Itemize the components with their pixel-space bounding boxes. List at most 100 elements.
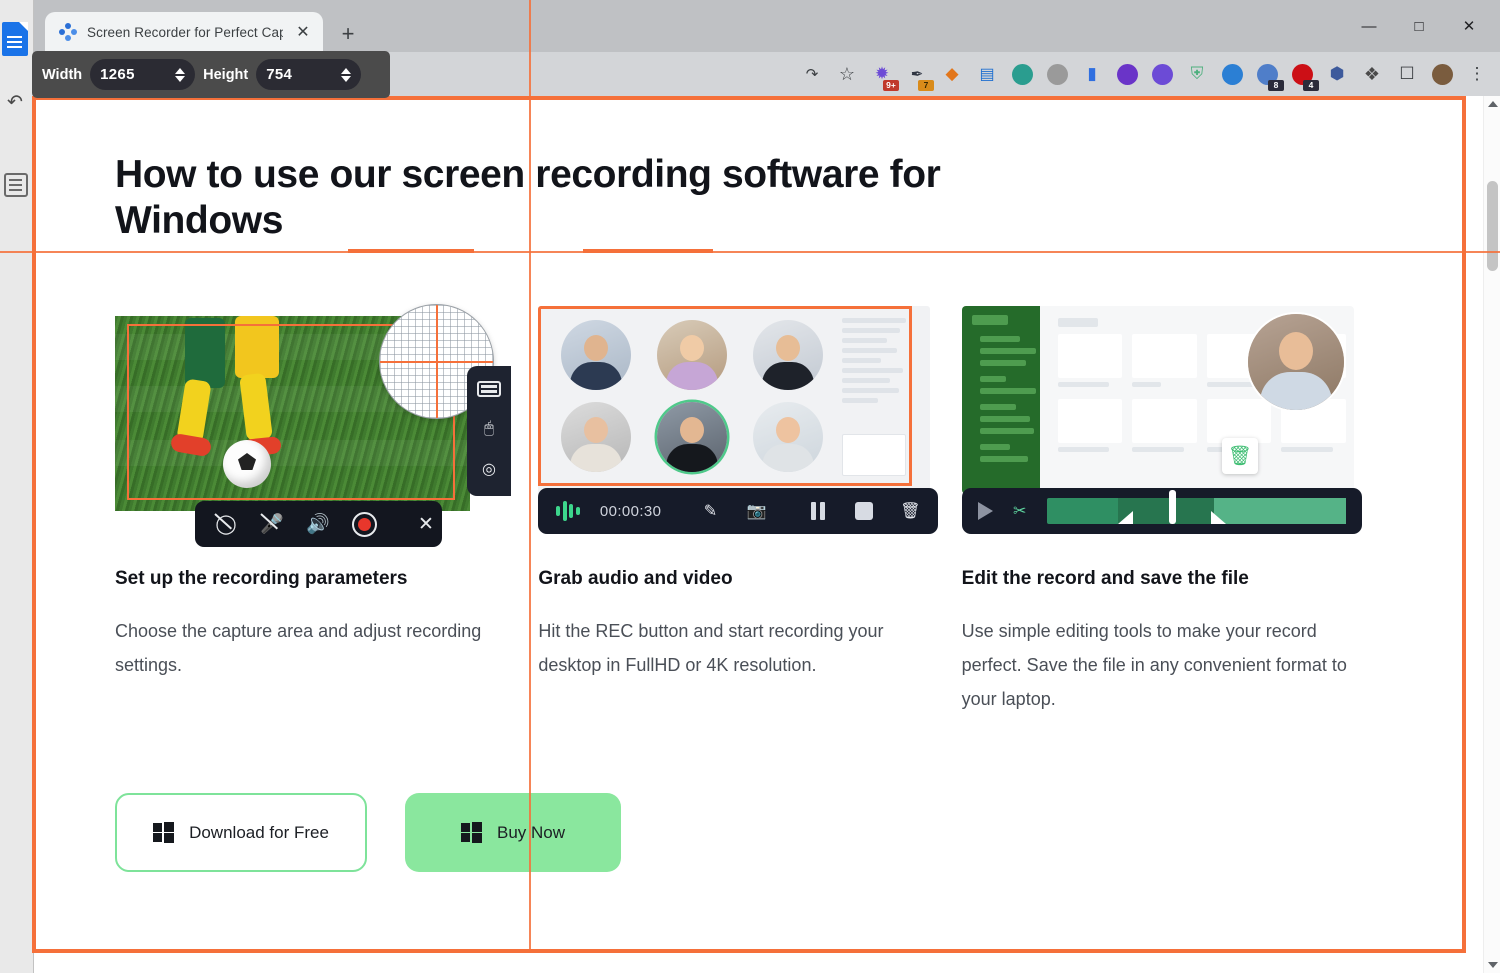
- record-button[interactable]: [351, 511, 377, 537]
- extension-sparkle-icon[interactable]: ✹: [869, 61, 895, 87]
- timeline-track[interactable]: [1047, 498, 1346, 524]
- maximize-icon[interactable]: □: [1394, 6, 1444, 46]
- webcam-off-icon[interactable]: ◯: [213, 511, 239, 537]
- extension-vpn-icon[interactable]: [1009, 61, 1035, 87]
- extension-tools-icon[interactable]: ✒: [904, 61, 930, 87]
- guide-accent-left: [348, 249, 474, 253]
- height-value: 754: [266, 66, 292, 83]
- extension-opera-icon[interactable]: [1289, 61, 1315, 87]
- stop-icon[interactable]: [851, 498, 877, 524]
- tab-close-icon[interactable]: ✕: [293, 22, 313, 42]
- crosshair-guide-horizontal: [0, 251, 1500, 253]
- feature-card-grab: 00:00:30 ✎ 📷 🗑 Grab audio and video Hit …: [538, 306, 961, 526]
- buy-now-button[interactable]: Buy Now: [405, 793, 621, 872]
- card-body: Hit the REC button and start recording y…: [538, 614, 928, 682]
- windows-logo-icon: [461, 822, 482, 843]
- audio-waveform-icon: [556, 500, 580, 522]
- scrollbar-thumb[interactable]: [1487, 181, 1498, 271]
- page-title: How to use our screen recording software…: [115, 152, 1075, 244]
- microphone-off-icon[interactable]: 🎤: [259, 511, 285, 537]
- windows-logo-icon: [153, 822, 174, 843]
- capture-selection-frame[interactable]: [538, 306, 912, 486]
- extension-hex-icon[interactable]: ⬢: [1324, 61, 1350, 87]
- card-heading: Edit the record and save the file: [962, 568, 1362, 590]
- chrome-menu-icon[interactable]: ⋮: [1464, 61, 1490, 87]
- grab-illustration: 00:00:30 ✎ 📷 🗑: [538, 306, 938, 526]
- site-favicon: [59, 23, 77, 41]
- width-label: Width: [42, 67, 82, 83]
- extension-bookmark-icon[interactable]: ▮: [1079, 61, 1105, 87]
- scissors-icon[interactable]: ✂: [1007, 498, 1033, 524]
- extension-circle-icon[interactable]: [1114, 61, 1140, 87]
- minimize-icon[interactable]: —: [1344, 6, 1394, 46]
- close-window-icon[interactable]: ✕: [1444, 6, 1494, 46]
- profile-avatar[interactable]: [1429, 61, 1455, 87]
- video-call-window: [538, 306, 930, 496]
- background-app-rail: ↶: [0, 0, 34, 973]
- close-icon[interactable]: ✕: [413, 511, 439, 537]
- extension-ghost-purple-icon[interactable]: [1149, 61, 1175, 87]
- cursor-icon[interactable]: 🖱: [476, 416, 502, 442]
- editor-window: 🗑: [962, 306, 1354, 494]
- extension-card-icon[interactable]: ▤: [974, 61, 1000, 87]
- restore-down-chevron-icon[interactable]: ⱟ: [1294, 6, 1344, 46]
- buy-button-label: Buy Now: [497, 823, 565, 843]
- keyboard-icon[interactable]: [476, 376, 502, 402]
- feature-card-edit: 🗑 ✂ Edit the record and save the file Us…: [962, 306, 1385, 526]
- bookmark-star-icon[interactable]: ☆: [834, 61, 860, 87]
- height-label: Height: [203, 67, 248, 83]
- extension-power-icon[interactable]: [1044, 61, 1070, 87]
- recorder-toolbar: ◯ 🎤 🔊 ✕: [195, 501, 442, 547]
- feature-card-setup: 🖱 ◎ ◯ 🎤 🔊: [115, 306, 538, 526]
- extension-globe-icon[interactable]: [1219, 61, 1245, 87]
- undo-icon[interactable]: ↶: [4, 92, 26, 114]
- page-scrollbar[interactable]: [1483, 96, 1500, 973]
- side-panel-icon[interactable]: ☐: [1394, 61, 1420, 87]
- height-stepper[interactable]: [341, 68, 351, 82]
- tab-title: Screen Recorder for Perfect Capt: [87, 25, 283, 40]
- speaker-on-icon[interactable]: 🔊: [305, 511, 331, 537]
- window-controls: ⱟ — □ ✕: [1294, 4, 1494, 48]
- guide-accent-right: [583, 249, 713, 253]
- card-heading: Grab audio and video: [538, 568, 938, 590]
- card-heading: Set up the recording parameters: [115, 568, 515, 590]
- trim-handle-right[interactable]: [1211, 511, 1226, 524]
- trash-icon[interactable]: 🗑: [1222, 438, 1258, 474]
- list-icon[interactable]: [4, 173, 28, 197]
- document-icon[interactable]: [2, 22, 28, 56]
- web-page-content: How to use our screen recording software…: [34, 96, 1500, 973]
- extension-shield-icon[interactable]: ⛨: [1184, 61, 1210, 87]
- card-body: Use simple editing tools to make your re…: [962, 614, 1352, 716]
- metamask-fox-icon[interactable]: ◆: [939, 61, 965, 87]
- click-highlight-icon[interactable]: ◎: [476, 456, 502, 482]
- width-input[interactable]: 1265: [90, 59, 195, 90]
- setup-illustration: 🖱 ◎ ◯ 🎤 🔊: [115, 306, 515, 526]
- extension-ghost-icon[interactable]: [1254, 61, 1280, 87]
- recording-control-bar: 00:00:30 ✎ 📷 🗑: [538, 488, 938, 534]
- scroll-down-arrow-icon[interactable]: [1488, 962, 1498, 968]
- pencil-icon[interactable]: ✎: [697, 498, 723, 524]
- download-for-free-button[interactable]: Download for Free: [115, 793, 367, 872]
- cta-button-group: Download for Free Buy Now: [115, 793, 621, 872]
- pause-icon[interactable]: [805, 498, 831, 524]
- height-input[interactable]: 754: [256, 59, 361, 90]
- player-control-bar: ✂: [962, 488, 1362, 534]
- scroll-up-arrow-icon[interactable]: [1488, 101, 1498, 107]
- capture-size-panel: Width 1265 Height 754: [32, 51, 390, 98]
- extensions-puzzle-icon[interactable]: ❖: [1359, 61, 1385, 87]
- browser-window: Screen Recorder for Perfect Capt ✕ + ⱟ —…: [34, 0, 1500, 973]
- trim-handle-left[interactable]: [1118, 511, 1133, 524]
- playhead[interactable]: [1169, 490, 1176, 524]
- camera-icon[interactable]: 📷: [743, 498, 769, 524]
- editor-sidebar: [962, 306, 1040, 494]
- width-value: 1265: [100, 66, 135, 83]
- trash-icon[interactable]: 🗑: [897, 498, 923, 524]
- feature-card-list: 🖱 ◎ ◯ 🎤 🔊: [115, 306, 1385, 526]
- play-icon[interactable]: [978, 502, 993, 520]
- new-tab-button[interactable]: +: [334, 21, 362, 49]
- share-icon[interactable]: ↷: [799, 61, 825, 87]
- editor-canvas: 🗑: [1040, 306, 1354, 494]
- browser-tab[interactable]: Screen Recorder for Perfect Capt ✕: [45, 12, 323, 52]
- recorder-side-toolbar: 🖱 ◎: [467, 366, 511, 496]
- width-stepper[interactable]: [175, 68, 185, 82]
